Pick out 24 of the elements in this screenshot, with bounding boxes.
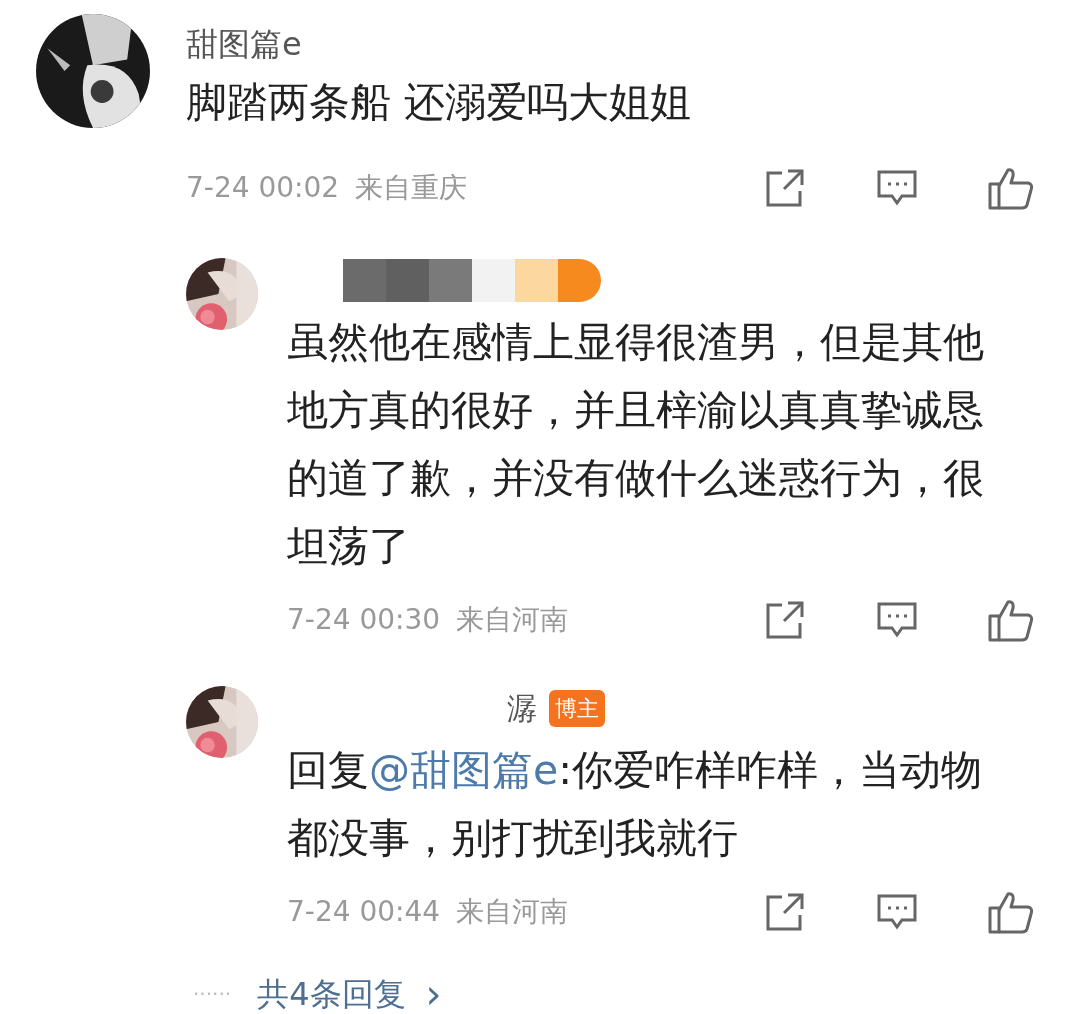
comment-icon[interactable]: [876, 892, 918, 932]
comment-time: 7-24 00:44: [287, 894, 441, 930]
share-icon[interactable]: [764, 891, 806, 933]
more-replies-link[interactable]: 共4条回复 ›: [257, 964, 442, 1014]
user-name: 潺: [507, 689, 537, 728]
thumbs-up-icon[interactable]: [988, 166, 1034, 210]
comment-location: 来自河南: [456, 894, 569, 930]
reply-text: 回复@甜图篇e:你爱咋样咋样，当动物都没事，别打扰到我就行: [287, 745, 984, 864]
comment-icon[interactable]: [876, 600, 918, 640]
author-badge: 博主: [549, 689, 605, 727]
ellipsis-dots: ······: [193, 981, 232, 1008]
share-icon[interactable]: [764, 167, 806, 209]
thumbs-up-icon[interactable]: [988, 890, 1034, 934]
comment-icon[interactable]: [876, 168, 918, 208]
comment-time: 7-24 00:02: [186, 170, 340, 206]
comment-location: 来自河南: [456, 602, 569, 638]
thumbs-up-icon[interactable]: [988, 598, 1034, 642]
comment-text: 脚踏两条船 还溺爱吗大姐姐: [186, 77, 692, 128]
comment-time: 7-24 00:30: [287, 602, 441, 638]
reply-text: 虽然他在感情上显得很渣男，但是其他地方真的很好，并且梓渝以真真挚诚恳的道了歉，并没有做什么迷惑行为，很坦荡了: [287, 317, 985, 572]
share-icon[interactable]: [764, 599, 806, 641]
user-name: 甜图篇e: [186, 24, 303, 65]
comment-location: 来自重庆: [355, 170, 468, 206]
mention-link[interactable]: @甜图篇e: [369, 746, 559, 794]
